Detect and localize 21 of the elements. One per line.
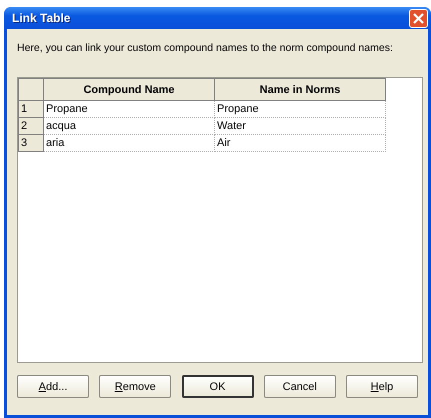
window-title: Link Table [12, 11, 70, 25]
table-cell[interactable]: aria [44, 134, 214, 152]
table-cell[interactable]: Water [214, 118, 386, 134]
table-cell[interactable]: acqua [44, 118, 214, 134]
close-button[interactable] [409, 8, 428, 28]
dialog-button[interactable]: Add... [17, 375, 89, 398]
row-number: 1 [18, 100, 44, 118]
close-icon [412, 12, 425, 24]
dialog-button[interactable]: Help [346, 375, 418, 398]
corner-header [18, 78, 44, 100]
instruction-text: Here, you can link your custom compound names to the norm compound names: [17, 42, 394, 54]
table-cell[interactable]: Propane [214, 100, 386, 118]
row-number: 2 [18, 118, 44, 134]
table-cell[interactable]: Propane [44, 100, 214, 118]
dialog-button[interactable]: Remove [99, 375, 172, 398]
column-header[interactable]: Name in Norms [214, 78, 386, 100]
row-number: 3 [18, 134, 44, 152]
dialog-button[interactable]: OK [182, 375, 254, 398]
table-cell[interactable]: Air [214, 134, 386, 152]
column-header[interactable]: Compound Name [44, 78, 214, 100]
dialog-button[interactable]: Cancel [264, 375, 336, 398]
